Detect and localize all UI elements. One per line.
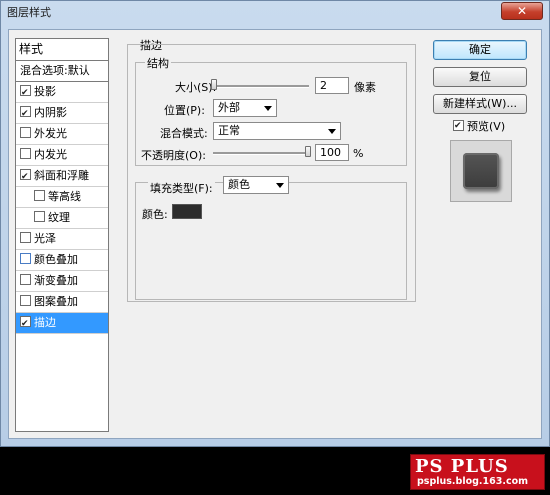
preview-label: 预览(V) <box>467 120 506 133</box>
opacity-slider-track[interactable] <box>213 152 311 155</box>
close-icon: ✕ <box>516 4 528 18</box>
list-item-label: 内发光 <box>34 148 67 161</box>
list-item-contour[interactable]: 等高线 <box>16 187 108 208</box>
layer-style-dialog: 图层样式 ✕ 样式 混合选项:默认 投影 内阴影 外发光 内发光 斜面和浮雕 等… <box>0 0 550 447</box>
checkbox-outer-glow[interactable] <box>20 127 31 138</box>
position-select[interactable]: 外部 <box>213 99 277 117</box>
checkbox-stroke[interactable] <box>20 314 31 334</box>
blend-mode-value: 正常 <box>218 124 240 137</box>
checkbox-inner-shadow[interactable] <box>20 104 31 124</box>
close-button[interactable]: ✕ <box>501 2 543 20</box>
size-unit: 像素 <box>354 81 376 94</box>
watermark-logo: PS PLUS <box>415 456 509 477</box>
list-item-stroke[interactable]: 描边 <box>16 313 108 334</box>
list-item-label: 等高线 <box>48 190 81 203</box>
fill-type-label: 填充类型(F): <box>148 180 215 196</box>
title-bar[interactable]: 图层样式 ✕ <box>1 1 549 21</box>
list-item-label: 外发光 <box>34 127 67 140</box>
new-style-button[interactable]: 新建样式(W)... <box>433 94 527 114</box>
list-item-label: 渐变叠加 <box>34 274 78 287</box>
psplus-watermark: PS PLUS psplus.blog.163.com <box>410 454 545 490</box>
checkbox-gradient-overlay[interactable] <box>20 274 31 285</box>
stroke-color-swatch[interactable] <box>172 204 202 219</box>
watermark-url: psplus.blog.163.com <box>417 476 529 487</box>
fill-type-frame <box>135 182 407 300</box>
preview-thumbnail <box>463 153 499 189</box>
preview-toggle[interactable]: 预览(V) <box>453 118 506 135</box>
list-item-label: 描边 <box>34 316 56 329</box>
list-item-texture[interactable]: 纹理 <box>16 208 108 229</box>
preview-checkbox[interactable] <box>453 118 464 134</box>
list-item-label: 纹理 <box>48 211 70 224</box>
checkbox-bevel-emboss[interactable] <box>20 167 31 187</box>
list-item-label: 内阴影 <box>34 106 67 119</box>
checkbox-contour[interactable] <box>34 190 45 201</box>
dialog-client: 样式 混合选项:默认 投影 内阴影 外发光 内发光 斜面和浮雕 等高线 纹理 光… <box>8 29 542 439</box>
list-item-inner-glow[interactable]: 内发光 <box>16 145 108 166</box>
blend-mode-label: 混合模式: <box>160 127 208 140</box>
checkbox-satin[interactable] <box>20 232 31 243</box>
style-list: 样式 混合选项:默认 投影 内阴影 外发光 内发光 斜面和浮雕 等高线 纹理 光… <box>15 38 109 432</box>
list-item-satin[interactable]: 光泽 <box>16 229 108 250</box>
color-label: 颜色: <box>142 208 168 221</box>
opacity-unit: % <box>353 147 364 160</box>
chevron-down-icon <box>276 183 284 188</box>
list-item-bevel-emboss[interactable]: 斜面和浮雕 <box>16 166 108 187</box>
list-item-label: 颜色叠加 <box>34 253 78 266</box>
blend-mode-select[interactable]: 正常 <box>213 122 341 140</box>
size-slider-track[interactable] <box>211 85 309 88</box>
list-item-color-overlay[interactable]: 颜色叠加 <box>16 250 108 271</box>
size-input[interactable]: 2 <box>315 77 349 94</box>
checkbox-inner-glow[interactable] <box>20 148 31 159</box>
list-item-label: 光泽 <box>34 232 56 245</box>
size-slider-thumb[interactable] <box>211 79 217 90</box>
style-preview <box>450 140 512 202</box>
opacity-label: 不透明度(O): <box>141 149 206 162</box>
blend-options-item[interactable]: 混合选项:默认 <box>16 61 108 82</box>
ok-button[interactable]: 确定 <box>433 40 527 60</box>
reset-button[interactable]: 复位 <box>433 67 527 87</box>
chevron-down-icon <box>328 129 336 134</box>
list-item-pattern-overlay[interactable]: 图案叠加 <box>16 292 108 313</box>
position-label: 位置(P): <box>164 104 205 117</box>
list-item-label: 斜面和浮雕 <box>34 169 89 182</box>
opacity-input[interactable]: 100 <box>315 144 349 161</box>
checkbox-color-overlay[interactable] <box>20 253 31 264</box>
style-list-header[interactable]: 样式 <box>16 39 108 61</box>
fill-type-value: 颜色 <box>228 178 250 191</box>
position-value: 外部 <box>218 101 240 114</box>
window-title: 图层样式 <box>7 6 51 19</box>
checkbox-drop-shadow[interactable] <box>20 83 31 103</box>
opacity-slider-thumb[interactable] <box>305 146 311 157</box>
list-item-inner-shadow[interactable]: 内阴影 <box>16 103 108 124</box>
list-item-label: 图案叠加 <box>34 295 78 308</box>
list-item-drop-shadow[interactable]: 投影 <box>16 82 108 103</box>
checkbox-pattern-overlay[interactable] <box>20 295 31 306</box>
list-item-label: 投影 <box>34 85 56 98</box>
list-item-gradient-overlay[interactable]: 渐变叠加 <box>16 271 108 292</box>
list-item-outer-glow[interactable]: 外发光 <box>16 124 108 145</box>
checkbox-texture[interactable] <box>34 211 45 222</box>
fill-type-select[interactable]: 颜色 <box>223 176 289 194</box>
structure-group-title-overlay: 结构 <box>145 55 171 71</box>
chevron-down-icon <box>264 106 272 111</box>
